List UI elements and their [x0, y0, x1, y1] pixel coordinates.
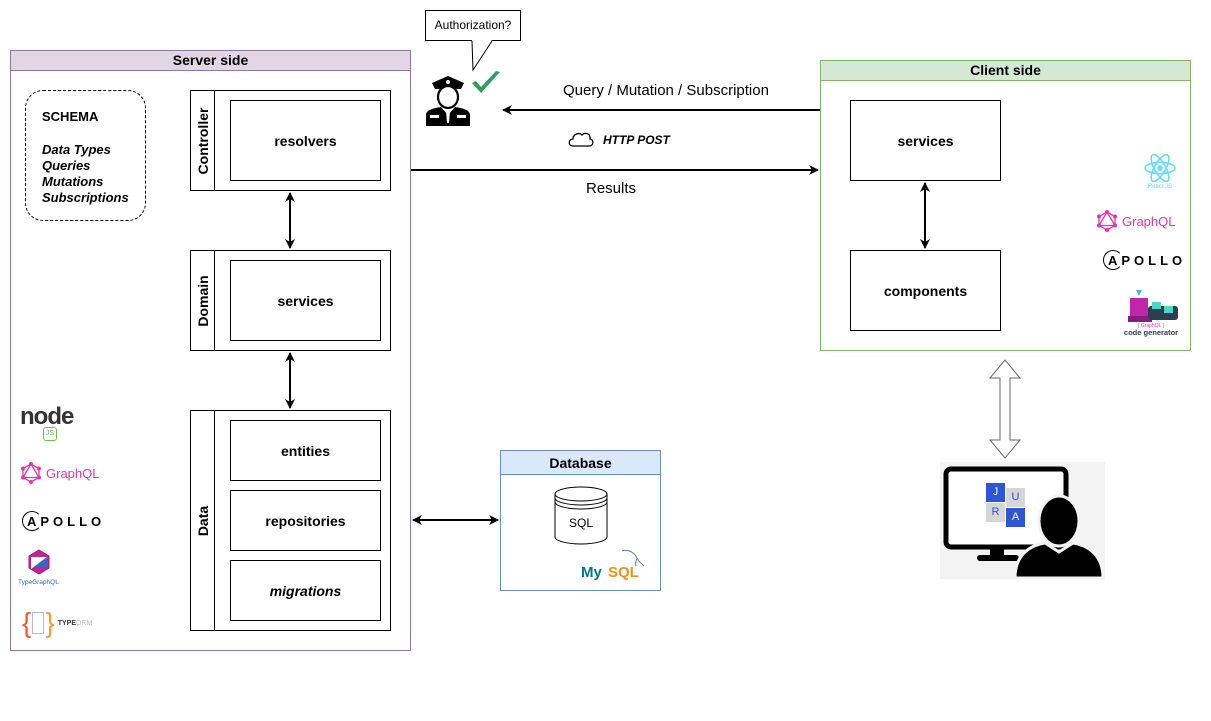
client-user-arrow — [988, 359, 1022, 459]
connectors-layer — [285, 105, 1022, 525]
